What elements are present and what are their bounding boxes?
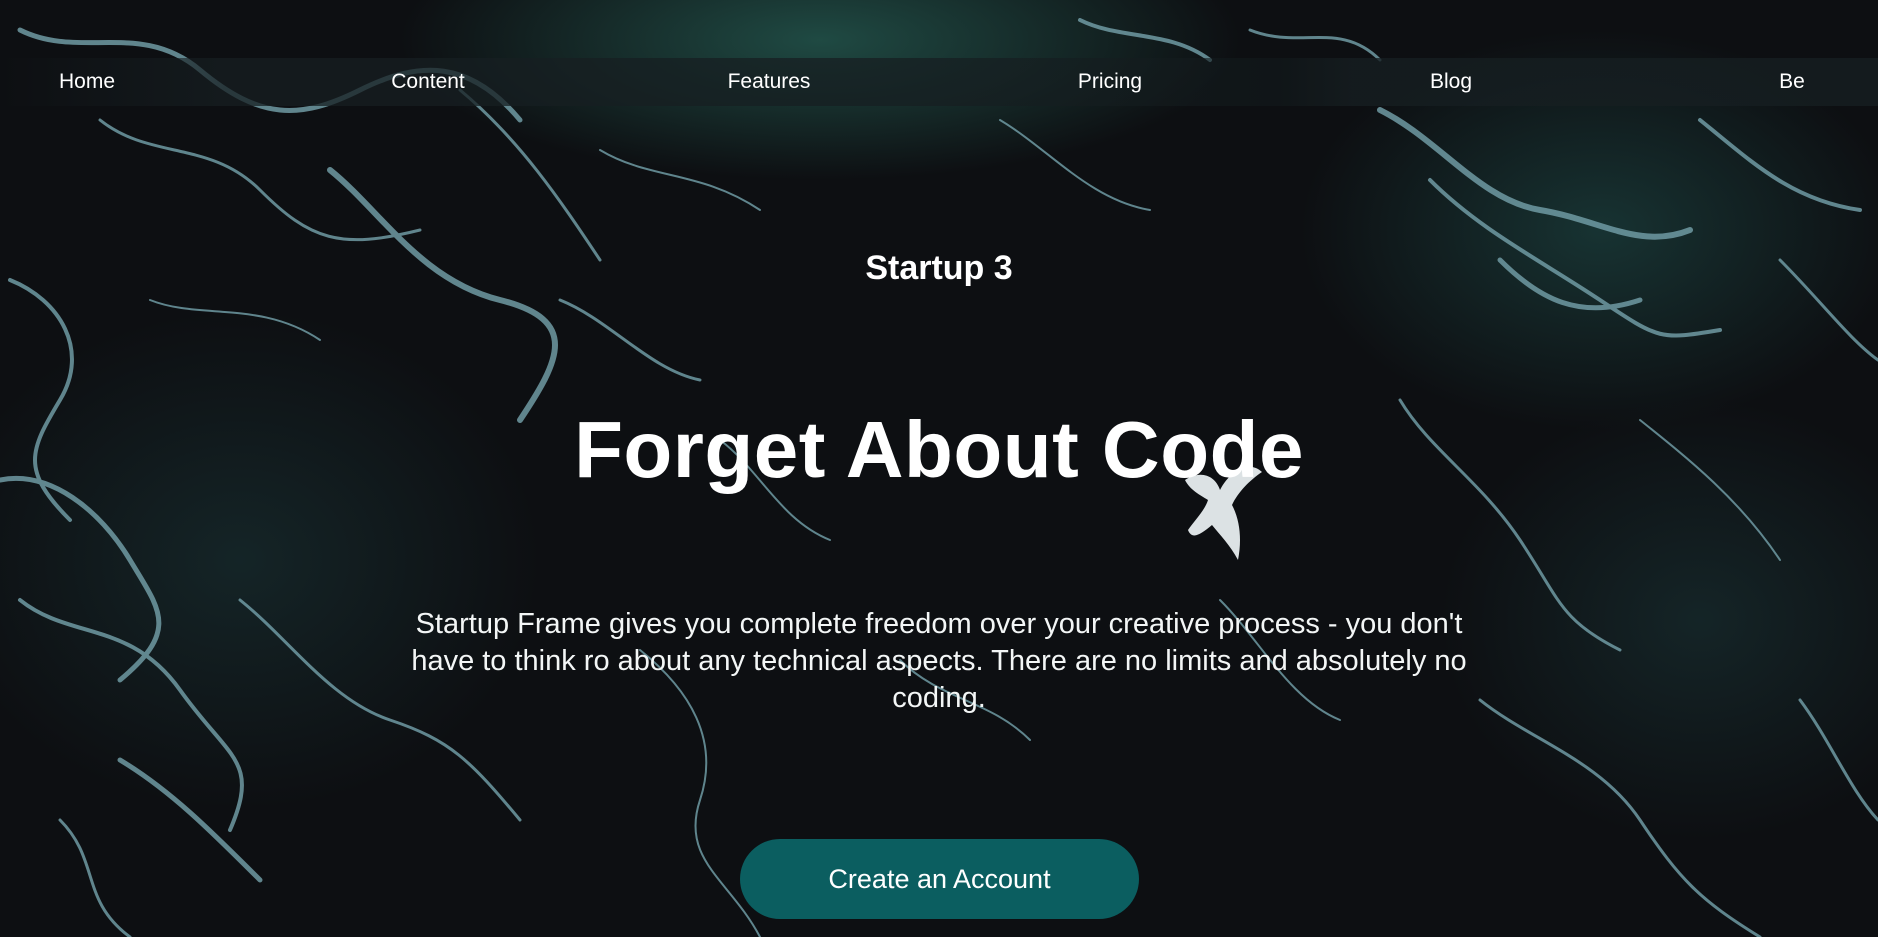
nav-item-home[interactable]: Home: [59, 58, 115, 106]
hero-headline: Forget About Code: [574, 405, 1304, 494]
nav-item-be[interactable]: Be: [1779, 58, 1805, 106]
hero-description: Startup Frame gives you complete freedom…: [411, 608, 1467, 714]
hero-eyebrow: Startup 3: [865, 249, 1013, 287]
top-navigation: Home Content Features Pricing Blog Be: [0, 58, 1878, 106]
nav-item-blog[interactable]: Blog: [1430, 58, 1472, 106]
create-account-button[interactable]: Create an Account: [740, 839, 1139, 919]
hero-section: Home Content Features Pricing Blog Be St…: [0, 0, 1878, 937]
nav-item-pricing[interactable]: Pricing: [1078, 58, 1142, 106]
nav-item-features[interactable]: Features: [728, 58, 811, 106]
nav-item-content[interactable]: Content: [391, 58, 465, 106]
